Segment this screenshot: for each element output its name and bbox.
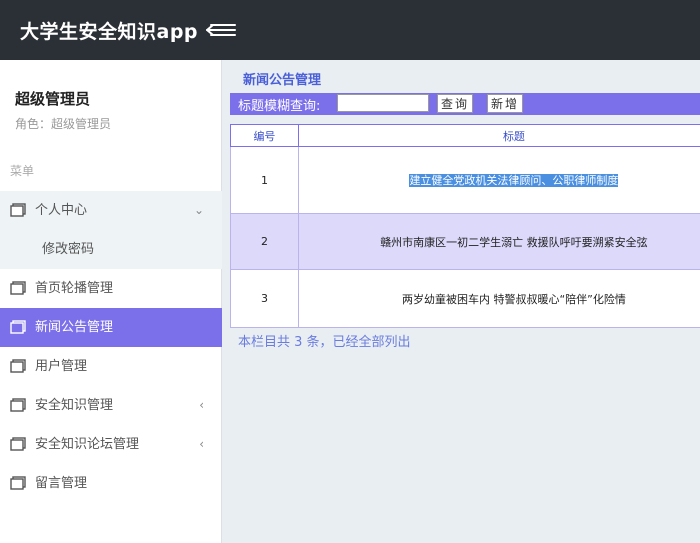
sidebar-item-label: 用户管理 [35, 359, 88, 374]
sidebar-menu: 个人中心 ⌄ 修改密码 首页轮播管理 新闻公告管理 用户管理 安全知识管理 ‹ … [0, 191, 222, 503]
table-footer: 本栏目共 3 条，已经全部列出 [238, 335, 411, 350]
window-icon [10, 476, 26, 490]
table-row: 1 建立健全党政机关法律顾问、公职律师制度 [230, 146, 700, 214]
sidebar-item-users[interactable]: 用户管理 [0, 347, 222, 386]
column-header-title: 标题 [297, 124, 700, 147]
table-header-row: 编号 标题 [230, 124, 700, 147]
window-icon [10, 320, 26, 334]
search-bar: 标题模糊查询: 查询 新增 [230, 93, 700, 115]
sidebar-item-carousel[interactable]: 首页轮播管理 [0, 269, 222, 308]
sidebar: 超级管理员 角色：超级管理员 菜单 个人中心 ⌄ 修改密码 首页轮播管理 新闻公… [0, 60, 222, 543]
row-id: 1 [230, 146, 299, 214]
sidebar-item-label: 安全知识管理 [35, 398, 114, 413]
column-header-id: 编号 [230, 124, 299, 147]
top-bar: 大学生安全知识app [0, 0, 700, 60]
row-title-cell: 两岁幼童被困车内 特警叔叔暖心“陪伴”化险情 [297, 269, 700, 328]
row-id: 3 [230, 269, 299, 328]
sidebar-item-change-password[interactable]: 修改密码 [0, 230, 222, 269]
sidebar-item-label: 新闻公告管理 [35, 320, 114, 335]
sidebar-item-label: 首页轮播管理 [35, 281, 114, 296]
window-icon [10, 398, 26, 412]
news-title-link[interactable]: 赣州市南康区一初二学生溺亡 救援队呼吁要溯紧安全弦 [380, 236, 648, 249]
sidebar-item-safety-forum[interactable]: 安全知识论坛管理 ‹ [0, 425, 222, 464]
news-title-link[interactable]: 两岁幼童被困车内 特警叔叔暖心“陪伴”化险情 [402, 293, 626, 306]
search-button[interactable]: 查询 [437, 94, 473, 113]
menu-heading: 菜单 [10, 164, 35, 178]
window-icon [10, 437, 26, 451]
window-icon [10, 281, 26, 295]
sidebar-item-label: 安全知识论坛管理 [35, 437, 140, 452]
sidebar-item-personal-center[interactable]: 个人中心 ⌄ [0, 191, 222, 230]
news-title-link[interactable]: 建立健全党政机关法律顾问、公职律师制度 [409, 174, 619, 187]
menu-toggle-icon[interactable] [203, 18, 237, 42]
app-title: 大学生安全知识app [20, 21, 199, 43]
title-search-input[interactable] [337, 94, 429, 112]
window-icon [10, 359, 26, 373]
window-icon [10, 203, 26, 217]
sidebar-item-news[interactable]: 新闻公告管理 [0, 308, 222, 347]
row-title-cell: 赣州市南康区一初二学生溺亡 救援队呼吁要溯紧安全弦 [297, 213, 700, 270]
main-content: 新闻公告管理 标题模糊查询: 查询 新增 编号 标题 1 建立健全党政机关法律顾… [223, 60, 700, 543]
sidebar-item-label: 修改密码 [42, 242, 95, 257]
add-button[interactable]: 新增 [487, 94, 523, 113]
row-id: 2 [230, 213, 299, 270]
page-title: 新闻公告管理 [243, 73, 322, 88]
chevron-left-icon: ‹ [199, 398, 204, 412]
table-row: 3 两岁幼童被困车内 特警叔叔暖心“陪伴”化险情 [230, 269, 700, 328]
table-row: 2 赣州市南康区一初二学生溺亡 救援队呼吁要溯紧安全弦 [230, 213, 700, 270]
news-table: 编号 标题 1 建立健全党政机关法律顾问、公职律师制度 2 赣州市南康区一初二学… [230, 124, 700, 328]
row-title-cell: 建立健全党政机关法律顾问、公职律师制度 [297, 146, 700, 214]
sidebar-item-safety-knowledge[interactable]: 安全知识管理 ‹ [0, 386, 222, 425]
chevron-left-icon: ‹ [199, 437, 204, 451]
search-label: 标题模糊查询: [238, 99, 321, 114]
chevron-down-icon: ⌄ [193, 203, 204, 217]
sidebar-item-label: 留言管理 [35, 476, 88, 491]
sidebar-item-label: 个人中心 [35, 203, 88, 218]
sidebar-item-messages[interactable]: 留言管理 [0, 464, 222, 503]
user-role: 角色：超级管理员 [15, 117, 112, 131]
user-name: 超级管理员 [15, 90, 91, 108]
